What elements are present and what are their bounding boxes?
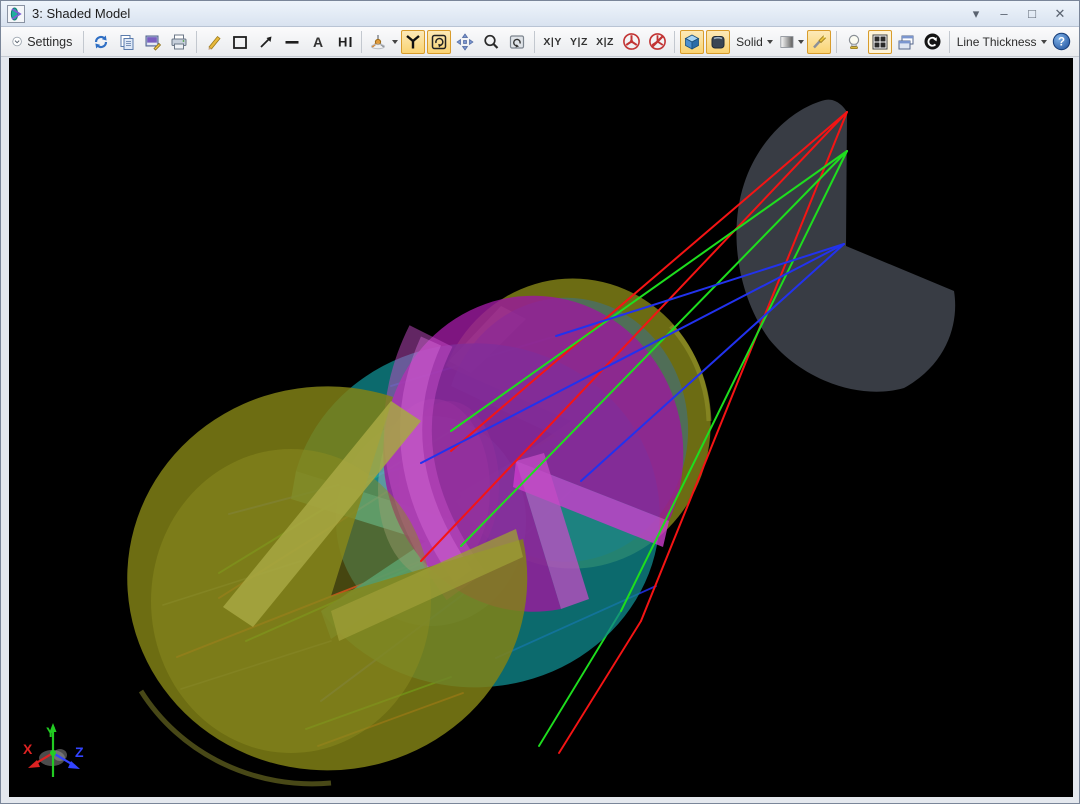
- spin-propeller-icon: [622, 32, 641, 51]
- titlebar: 3: Shaded Model ▾ – □ ✕: [1, 1, 1079, 27]
- print-icon: [170, 33, 188, 51]
- auto-rotate-button[interactable]: [920, 30, 944, 54]
- dropdown-caret: [767, 40, 773, 44]
- solid-mode-label: Solid: [736, 35, 763, 49]
- dropdown-caret: [392, 40, 398, 44]
- zoom-tool-button[interactable]: [479, 30, 503, 54]
- text-tool-button[interactable]: A: [306, 30, 330, 54]
- minimize-button[interactable]: –: [995, 5, 1013, 23]
- separator: [674, 31, 675, 53]
- pan-tool-button[interactable]: [453, 30, 477, 54]
- four-pane-layout-button[interactable]: [868, 30, 892, 54]
- separator: [83, 31, 84, 53]
- line-tool-button[interactable]: [280, 30, 304, 54]
- window-controls: ▾ – □ ✕: [967, 5, 1069, 23]
- print-button[interactable]: [167, 30, 191, 54]
- cube-icon: [683, 33, 701, 51]
- svg-text:H: H: [338, 34, 347, 49]
- text-tool-label: A: [313, 34, 324, 50]
- shaded-model-window: 3: Shaded Model ▾ – □ ✕ Settings: [0, 0, 1080, 804]
- lighting-button[interactable]: [842, 30, 866, 54]
- image-surface: [736, 100, 955, 392]
- axis-y-label: Y: [46, 724, 56, 740]
- plane-xz-label: X|Z: [596, 36, 614, 48]
- arrow-icon: [257, 33, 275, 51]
- separator: [949, 31, 950, 53]
- spin-button[interactable]: [619, 30, 643, 54]
- separator: [534, 31, 535, 53]
- wand-button[interactable]: [807, 30, 831, 54]
- rotate-tripod-icon: [404, 33, 422, 51]
- orientation-dropdown-button[interactable]: [367, 30, 399, 54]
- export-image-icon: [144, 33, 162, 51]
- reset-view-button[interactable]: [505, 30, 529, 54]
- four-pane-icon: [871, 33, 889, 51]
- help-glyph: ?: [1058, 37, 1065, 49]
- plane-yz-button[interactable]: Y|Z: [567, 30, 591, 54]
- export-image-button[interactable]: [141, 30, 165, 54]
- settings-label: Settings: [27, 35, 72, 49]
- stop-spin-icon: [648, 32, 667, 51]
- shaded-model-viewport[interactable]: X Y Z: [9, 58, 1073, 797]
- separator: [196, 31, 197, 53]
- separator: [836, 31, 837, 53]
- line-thickness-label: Line Thickness: [957, 35, 1037, 49]
- text-height-icon: H: [334, 33, 354, 51]
- gradient-swatch-icon: [780, 34, 794, 50]
- help-icon: ?: [1052, 32, 1071, 51]
- axis-z-label: Z: [75, 744, 84, 760]
- shaded-model-scene: X Y Z: [9, 58, 1073, 797]
- pan-icon: [456, 33, 474, 51]
- toolbar: Settings: [1, 27, 1079, 57]
- window-title: 3: Shaded Model: [32, 6, 967, 21]
- wand-icon: [810, 33, 828, 51]
- refresh-button[interactable]: [89, 30, 113, 54]
- line-thickness-dropdown[interactable]: Line Thickness: [955, 30, 1048, 54]
- solid-render-button[interactable]: [706, 30, 730, 54]
- arrow-tool-button[interactable]: [254, 30, 278, 54]
- plane-xy-button[interactable]: X|Y: [540, 30, 565, 54]
- solid-object-icon: [709, 33, 727, 51]
- rotate-tool-button[interactable]: [401, 30, 425, 54]
- maximize-button[interactable]: □: [1023, 5, 1041, 23]
- rotate-z-tool-button[interactable]: [427, 30, 451, 54]
- fill-gradient-dropdown[interactable]: [779, 30, 805, 54]
- help-button[interactable]: ?: [1050, 30, 1074, 54]
- rectangle-icon: [231, 33, 249, 51]
- auto-rotate-icon: [923, 32, 942, 51]
- lamp-icon: [845, 33, 863, 51]
- stop-spin-button[interactable]: [645, 30, 669, 54]
- pencil-icon: [205, 33, 223, 51]
- line-icon: [283, 33, 301, 51]
- close-button[interactable]: ✕: [1051, 5, 1069, 23]
- copy-button[interactable]: [115, 30, 139, 54]
- pencil-annotate-button[interactable]: [202, 30, 226, 54]
- window-menu-button[interactable]: ▾: [967, 5, 985, 23]
- rotate-z-icon: [430, 33, 448, 51]
- plane-xy-label: X|Y: [543, 36, 561, 48]
- axis-origin: [50, 750, 56, 756]
- separator: [361, 31, 362, 53]
- copy-icon: [118, 33, 136, 51]
- dropdown-caret: [798, 40, 804, 44]
- cascade-windows-button[interactable]: [894, 30, 918, 54]
- rectangle-tool-button[interactable]: [228, 30, 252, 54]
- settings-chevron-icon: [12, 33, 22, 50]
- axis-x-label: X: [23, 741, 33, 757]
- plane-yz-label: Y|Z: [570, 36, 588, 48]
- orientation-indicator-icon: [368, 33, 388, 51]
- refresh-icon: [92, 33, 110, 51]
- dropdown-caret: [1041, 40, 1047, 44]
- magnifier-icon: [482, 33, 500, 51]
- show-cube-button[interactable]: [680, 30, 704, 54]
- window-lens-icon: [7, 5, 25, 23]
- settings-button[interactable]: Settings: [6, 30, 78, 54]
- solid-mode-dropdown[interactable]: Solid: [732, 30, 777, 54]
- axis-triad: X Y Z: [23, 723, 84, 777]
- cascade-windows-icon: [897, 33, 915, 51]
- text-height-tool-button[interactable]: H: [332, 30, 356, 54]
- plane-xz-button[interactable]: X|Z: [593, 30, 617, 54]
- reset-view-icon: [508, 33, 526, 51]
